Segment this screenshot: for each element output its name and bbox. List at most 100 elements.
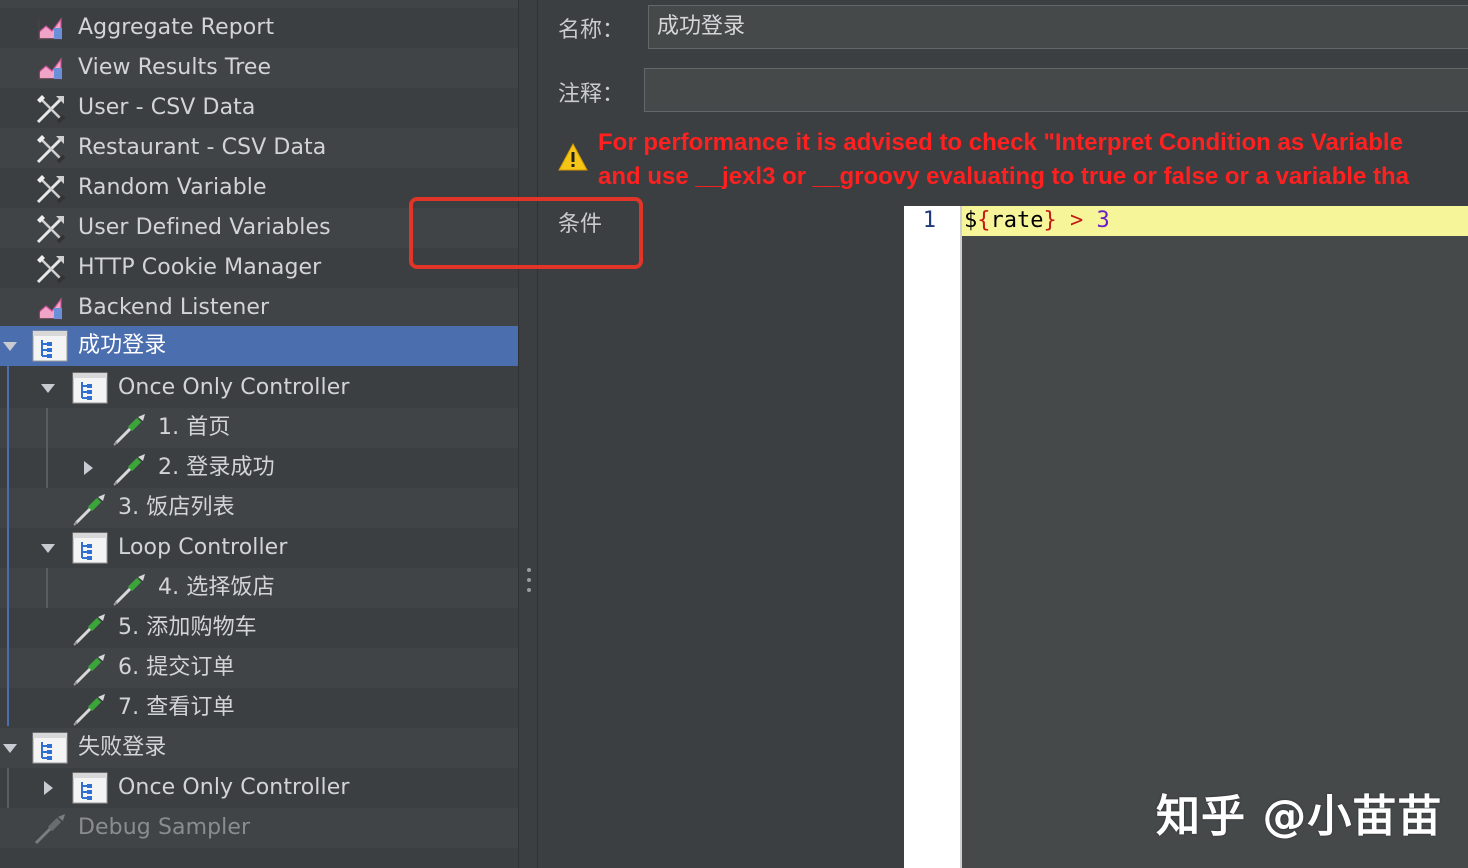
tree-item-label: 3. 饭店列表 — [118, 495, 235, 520]
config-tools-icon — [34, 212, 68, 246]
config-tools-icon — [34, 252, 68, 286]
tree-item-label: 2. 登录成功 — [158, 455, 275, 480]
test-plan-tree[interactable]: Aggregate Report View Results Tree User … — [0, 0, 518, 868]
sampler-pipette-icon — [32, 812, 68, 846]
sampler-pipette-icon — [72, 612, 108, 646]
sampler-pipette-icon — [72, 692, 108, 726]
listener-chart-icon — [36, 14, 64, 42]
tree-item-view-order[interactable]: 7. 查看订单 — [0, 688, 518, 728]
tree-item-success-login[interactable]: 成功登录 — [0, 326, 518, 366]
listener-chart-icon — [36, 294, 64, 322]
comment-label: 注释： — [558, 82, 625, 107]
tree-item-restaurant-list[interactable]: 3. 饭店列表 — [0, 488, 518, 528]
code-operator: > — [1056, 208, 1097, 233]
controller-icon — [32, 330, 68, 362]
tree-item-loop-controller[interactable]: Loop Controller — [0, 528, 518, 568]
tree-item-select-restaurant[interactable]: 4. 选择饭店 — [0, 568, 518, 608]
tree-item-once-only-controller-2[interactable]: Once Only Controller — [0, 768, 518, 808]
sampler-pipette-icon — [112, 452, 148, 486]
condition-code-editor[interactable]: 1 ${rate} > 3 — [904, 206, 1468, 868]
tree-item-once-only-controller[interactable]: Once Only Controller — [0, 368, 518, 408]
controller-icon — [32, 732, 68, 764]
tree-item-label: Aggregate Report — [78, 15, 275, 40]
tree-row-clipped — [0, 0, 518, 8]
tree-item-label: View Results Tree — [78, 55, 272, 80]
comment-field[interactable] — [644, 68, 1468, 112]
chevron-down-icon — [3, 744, 17, 753]
tree-item-label: 4. 选择饭店 — [158, 575, 275, 600]
tree-item-restaurant-csv-data[interactable]: Restaurant - CSV Data — [0, 128, 518, 168]
code-brace-close: } — [1043, 208, 1057, 233]
code-number: 3 — [1096, 208, 1110, 233]
drag-handle-icon[interactable] — [526, 568, 532, 598]
line-number: 1 — [922, 208, 936, 233]
expand-toggle-expanded[interactable] — [38, 528, 58, 568]
expand-toggle-expanded[interactable] — [0, 326, 20, 366]
if-controller-editor: 名称： 成功登录 注释： For performance it is advis… — [538, 0, 1468, 868]
tree-item-label: Restaurant - CSV Data — [78, 135, 327, 160]
expand-toggle-expanded[interactable] — [0, 728, 20, 768]
sampler-pipette-icon — [72, 652, 108, 686]
code-variable: rate — [990, 208, 1044, 233]
warning-line: and use __jexl3 or __groovy evaluating t… — [598, 163, 1409, 190]
tree-item-label: 1. 首页 — [158, 415, 231, 440]
controller-icon — [72, 772, 108, 804]
sampler-pipette-icon — [112, 572, 148, 606]
tree-guide-line — [46, 408, 48, 488]
tree-item-view-results-tree[interactable]: View Results Tree — [0, 48, 518, 88]
config-tools-icon — [34, 132, 68, 166]
tree-item-label: 7. 查看订单 — [118, 695, 235, 720]
chevron-down-icon — [41, 384, 55, 393]
tree-item-label: 成功登录 — [78, 333, 167, 358]
tree-item-submit-order[interactable]: 6. 提交订单 — [0, 648, 518, 688]
expand-toggle-expanded[interactable] — [38, 368, 58, 408]
config-tools-icon — [34, 92, 68, 126]
tree-item-add-to-cart[interactable]: 5. 添加购物车 — [0, 608, 518, 648]
tree-item-label: Random Variable — [78, 175, 267, 200]
tree-guide-line — [7, 366, 9, 726]
code-dollar: $ — [964, 208, 978, 233]
tree-item-label: HTTP Cookie Manager — [78, 255, 322, 280]
code-line-current[interactable]: ${rate} > 3 — [962, 206, 1468, 236]
panel-splitter[interactable] — [518, 0, 538, 868]
tree-item-label: Backend Listener — [78, 295, 270, 320]
listener-chart-icon — [36, 54, 64, 82]
chevron-down-icon — [41, 544, 55, 553]
tree-item-label: User Defined Variables — [78, 215, 331, 240]
expand-toggle-collapsed[interactable] — [38, 768, 58, 808]
tree-item-backend-listener[interactable]: Backend Listener — [0, 288, 518, 328]
sampler-pipette-icon — [72, 492, 108, 526]
tree-item-label: Once Only Controller — [118, 775, 350, 800]
tree-item-label: 失败登录 — [78, 735, 167, 760]
chevron-right-icon — [44, 781, 53, 795]
expand-toggle-collapsed[interactable] — [78, 448, 98, 488]
warning-icon — [558, 142, 588, 172]
chevron-down-icon — [3, 342, 17, 351]
tree-item-label: 6. 提交订单 — [118, 655, 235, 680]
tree-guide-line — [46, 568, 48, 608]
warning-line: For performance it is advised to check "… — [598, 129, 1403, 156]
sampler-pipette-icon — [112, 412, 148, 446]
tree-item-label: User - CSV Data — [78, 95, 256, 120]
tree-item-aggregate-report[interactable]: Aggregate Report — [0, 8, 518, 48]
line-number-gutter: 1 — [904, 206, 962, 868]
name-field[interactable]: 成功登录 — [648, 5, 1468, 49]
code-brace-open: { — [977, 208, 991, 233]
tree-item-label: Loop Controller — [118, 535, 288, 560]
controller-icon — [72, 372, 108, 404]
annotation-highlight-box — [409, 197, 643, 269]
tree-item-login-success[interactable]: 2. 登录成功 — [0, 448, 518, 488]
performance-warning: For performance it is advised to check "… — [598, 126, 1468, 194]
tree-item-failed-login[interactable]: 失败登录 — [0, 728, 518, 768]
tree-item-debug-sampler[interactable]: Debug Sampler — [0, 808, 518, 848]
chevron-right-icon — [84, 461, 93, 475]
tree-item-label: Debug Sampler — [78, 815, 251, 840]
tree-guide-line — [7, 768, 9, 808]
config-tools-icon — [34, 172, 68, 206]
controller-icon — [72, 532, 108, 564]
tree-item-user-csv-data[interactable]: User - CSV Data — [0, 88, 518, 128]
name-label: 名称： — [558, 18, 625, 43]
tree-item-homepage[interactable]: 1. 首页 — [0, 408, 518, 448]
tree-item-label: 5. 添加购物车 — [118, 615, 257, 640]
zhihu-watermark: 知乎 @小苗苗 — [1156, 791, 1443, 842]
